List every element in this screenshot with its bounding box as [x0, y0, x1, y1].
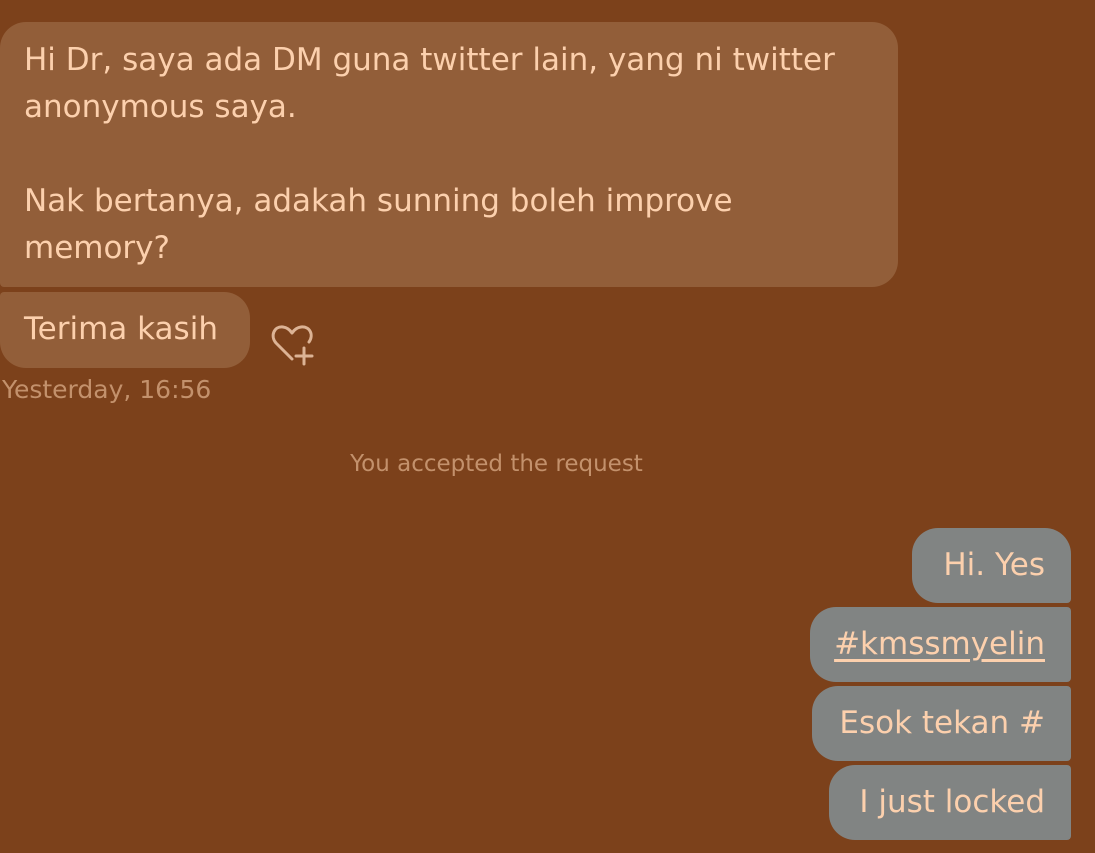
- message-text-line: memory?: [24, 230, 170, 266]
- message-text: Esok tekan #: [839, 705, 1045, 741]
- add-reaction-button[interactable]: [268, 322, 316, 368]
- message-text-line: Hi Dr, saya ada DM guna twitter lain, ya…: [24, 42, 835, 78]
- message-text: I just locked: [859, 784, 1045, 820]
- message-text: Hi. Yes: [943, 547, 1045, 583]
- outgoing-message-bubble[interactable]: Hi. Yes: [912, 528, 1071, 603]
- heart-plus-icon: [271, 325, 314, 366]
- system-note: You accepted the request: [350, 451, 643, 477]
- outgoing-message-bubble[interactable]: #kmssmyelin: [810, 607, 1071, 682]
- hashtag-link[interactable]: #kmssmyelin: [834, 626, 1045, 662]
- message-text-line: Nak bertanya, adakah sunning boleh impro…: [24, 183, 733, 219]
- message-text: Terima kasih: [24, 311, 218, 347]
- outgoing-message-bubble[interactable]: Esok tekan #: [812, 686, 1071, 761]
- message-timestamp: Yesterday, 16:56: [2, 375, 212, 404]
- incoming-message-bubble[interactable]: Terima kasih: [0, 292, 250, 368]
- message-text-line: anonymous saya.: [24, 89, 297, 125]
- outgoing-message-bubble[interactable]: I just locked: [829, 765, 1071, 840]
- incoming-message-bubble[interactable]: Hi Dr, saya ada DM guna twitter lain, ya…: [0, 22, 898, 287]
